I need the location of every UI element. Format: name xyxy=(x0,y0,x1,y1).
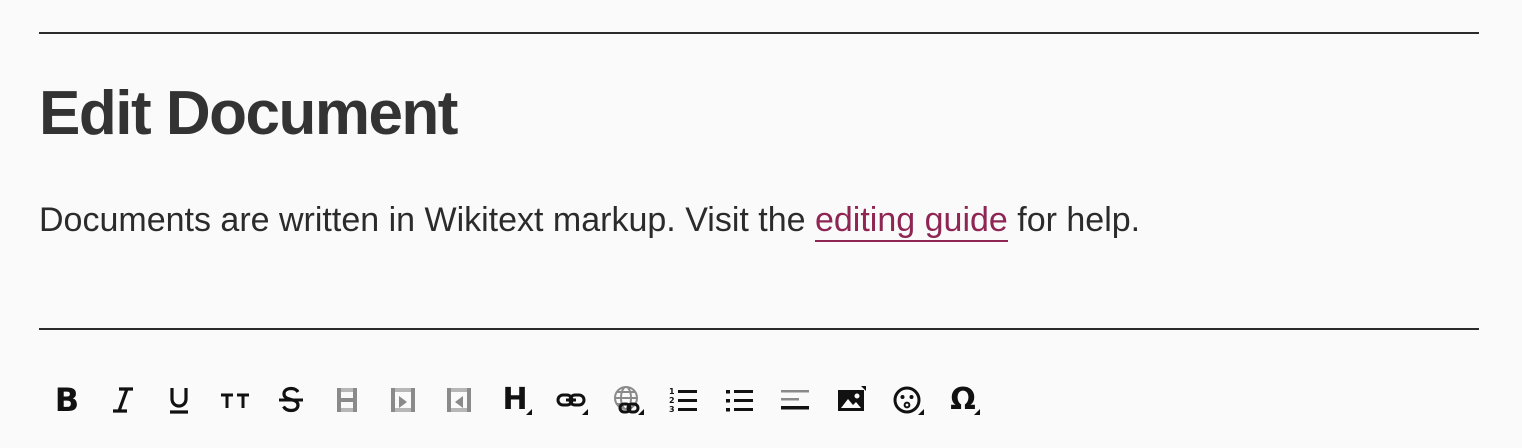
intro-text: Documents are written in Wikitext markup… xyxy=(39,198,1140,242)
emoji-dropdown-indicator xyxy=(918,409,924,415)
special-chars-dropdown-indicator xyxy=(974,409,980,415)
heading-dropdown-indicator xyxy=(526,409,532,415)
special-chars-button[interactable]: Ω xyxy=(940,377,986,423)
table-icon xyxy=(331,384,363,416)
underline-icon xyxy=(163,384,195,416)
ordered-list-button[interactable]: 123 xyxy=(660,377,706,423)
page-title: Edit Document xyxy=(39,79,458,148)
link-dropdown-indicator xyxy=(582,409,588,415)
intro-text-after: for help. xyxy=(1007,201,1141,239)
align-button[interactable] xyxy=(772,377,818,423)
link-button[interactable] xyxy=(548,377,594,423)
toolbar-divider xyxy=(39,328,1479,330)
top-divider xyxy=(39,32,1479,34)
italic-button[interactable] xyxy=(100,377,146,423)
editing-guide-link[interactable]: editing guide xyxy=(814,201,1008,242)
emoji-button[interactable] xyxy=(884,377,930,423)
underline-button[interactable] xyxy=(156,377,202,423)
svg-text:3: 3 xyxy=(669,405,675,414)
table-insert-icon xyxy=(387,384,419,416)
table-remove-icon xyxy=(443,384,475,416)
external-link-dropdown-indicator xyxy=(638,409,644,415)
italic-icon xyxy=(107,384,139,416)
svg-text:2: 2 xyxy=(669,396,675,405)
heading-icon: H xyxy=(502,382,528,417)
strikethrough-button[interactable] xyxy=(268,377,314,423)
strikethrough-icon xyxy=(275,384,307,416)
intro-text-before: Documents are written in Wikitext markup… xyxy=(39,201,815,239)
editor-toolbar: B H 1 2 3 Ω xyxy=(44,376,996,424)
image-button[interactable] xyxy=(828,377,874,423)
external-link-button[interactable] xyxy=(604,377,650,423)
unordered-list-button[interactable] xyxy=(716,377,762,423)
omega-icon: Ω xyxy=(950,382,976,417)
bold-icon: B xyxy=(54,381,80,419)
unordered-list-icon xyxy=(723,384,755,416)
heading-button[interactable]: H xyxy=(492,377,538,423)
image-icon xyxy=(835,384,867,416)
svg-text:1: 1 xyxy=(669,387,675,396)
table-remove-button[interactable] xyxy=(436,377,482,423)
small-caps-icon xyxy=(219,384,251,416)
align-left-icon xyxy=(779,384,811,416)
table-insert-button[interactable] xyxy=(380,377,426,423)
small-caps-button[interactable] xyxy=(212,377,258,423)
table-button[interactable] xyxy=(324,377,370,423)
ordered-list-icon: 123 xyxy=(667,384,699,416)
bold-button[interactable]: B xyxy=(44,377,90,423)
